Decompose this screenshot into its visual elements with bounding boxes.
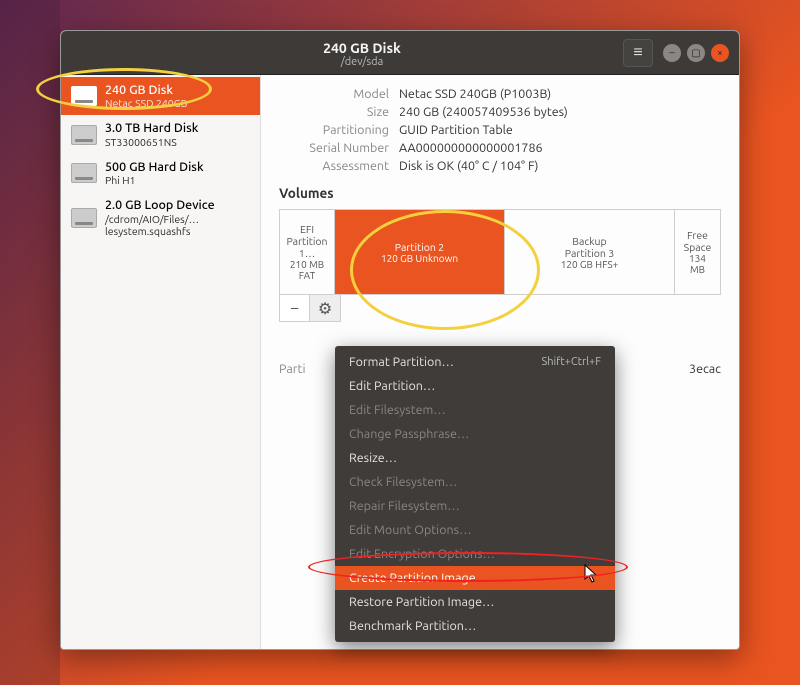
sidebar-item-loop-device[interactable]: 2.0 GB Loop Device /cdrom/AIO/Files/…les… xyxy=(61,192,260,243)
volumes-heading: Volumes xyxy=(279,185,721,201)
disk-icon xyxy=(71,86,97,106)
close-icon: × xyxy=(717,47,723,58)
device-sub: ST33000651NS xyxy=(105,136,198,148)
gear-icon: ⚙ xyxy=(318,299,332,318)
label-partitioning: Partitioning xyxy=(279,123,389,137)
device-sub: /cdrom/AIO/Files/…lesystem.squashfs xyxy=(105,213,250,237)
partition-label-fragment: Parti xyxy=(279,362,305,376)
disk-details: Model Netac SSD 240GB (P1003B) Size 240 … xyxy=(279,87,721,173)
maximize-button[interactable]: ▢ xyxy=(687,44,705,62)
volume-partition-2[interactable]: Partition 2 120 GB Unknown xyxy=(335,210,505,294)
menu-edit-filesystem[interactable]: Edit Filesystem… xyxy=(335,398,615,422)
volumes-diagram: EFI Partition 1… 210 MB FAT Partition 2 … xyxy=(279,209,721,295)
label-serial: Serial Number xyxy=(279,141,389,155)
disk-icon xyxy=(71,125,97,145)
menu-repair-filesystem[interactable]: Repair Filesystem… xyxy=(335,494,615,518)
menu-edit-encryption-options[interactable]: Edit Encryption Options… xyxy=(335,542,615,566)
label-size: Size xyxy=(279,105,389,119)
menu-check-filesystem[interactable]: Check Filesystem… xyxy=(335,470,615,494)
hamburger-icon: ≡ xyxy=(633,43,642,62)
device-title: 3.0 TB Hard Disk xyxy=(105,121,198,135)
disk-icon xyxy=(71,163,97,183)
value-assessment: Disk is OK (40° C / 104° F) xyxy=(399,159,721,173)
menu-change-passphrase[interactable]: Change Passphrase… xyxy=(335,422,615,446)
label-model: Model xyxy=(279,87,389,101)
titlebar: 240 GB Disk /dev/sda ≡ – ▢ × xyxy=(61,31,739,75)
minimize-icon: – xyxy=(670,47,675,58)
hamburger-menu-button[interactable]: ≡ xyxy=(623,39,653,67)
sidebar-item-240gb-disk[interactable]: 240 GB Disk Netac SSD 240GB xyxy=(61,77,260,115)
device-sub: Phi H1 xyxy=(105,174,204,186)
menu-format-partition[interactable]: Format Partition… Shift+Ctrl+F xyxy=(335,350,615,374)
window-title: 240 GB Disk xyxy=(101,41,623,56)
volume-free-space[interactable]: Free Space 134 MB xyxy=(675,210,720,294)
menu-create-partition-image[interactable]: Create Partition Image… xyxy=(335,566,615,590)
volume-efi[interactable]: EFI Partition 1… 210 MB FAT xyxy=(280,210,335,294)
maximize-icon: ▢ xyxy=(691,47,700,59)
value-serial: AA000000000000001786 xyxy=(399,141,721,155)
menu-restore-partition-image[interactable]: Restore Partition Image… xyxy=(335,590,615,614)
disk-icon xyxy=(71,208,97,228)
value-size: 240 GB (240057409536 bytes) xyxy=(399,105,721,119)
mouse-cursor-icon xyxy=(584,564,600,584)
minus-icon: − xyxy=(290,299,299,317)
device-title: 2.0 GB Loop Device xyxy=(105,198,250,212)
menu-edit-partition[interactable]: Edit Partition… xyxy=(335,374,615,398)
partition-context-menu: Format Partition… Shift+Ctrl+F Edit Part… xyxy=(335,346,615,642)
partition-options-button[interactable]: ⚙ xyxy=(310,295,340,321)
device-sidebar: 240 GB Disk Netac SSD 240GB 3.0 TB Hard … xyxy=(61,75,261,649)
value-partitioning: GUID Partition Table xyxy=(399,123,721,137)
menu-benchmark-partition[interactable]: Benchmark Partition… xyxy=(335,614,615,638)
partition-uuid-tail: 3ecac xyxy=(689,362,721,376)
device-title: 500 GB Hard Disk xyxy=(105,160,204,174)
close-button[interactable]: × xyxy=(711,44,729,62)
title-group: 240 GB Disk /dev/sda xyxy=(101,37,623,68)
sidebar-item-500gb-disk[interactable]: 500 GB Hard Disk Phi H1 xyxy=(61,154,260,192)
device-title: 240 GB Disk xyxy=(105,83,187,97)
label-assessment: Assessment xyxy=(279,159,389,173)
menu-resize[interactable]: Resize… xyxy=(335,446,615,470)
device-sub: Netac SSD 240GB xyxy=(105,97,187,109)
desktop-dock-edge xyxy=(0,0,60,685)
value-model: Netac SSD 240GB (P1003B) xyxy=(399,87,721,101)
minimize-button[interactable]: – xyxy=(663,44,681,62)
menu-edit-mount-options[interactable]: Edit Mount Options… xyxy=(335,518,615,542)
volume-toolbar: − ⚙ xyxy=(279,295,341,322)
remove-partition-button[interactable]: − xyxy=(280,295,310,321)
sidebar-item-3tb-disk[interactable]: 3.0 TB Hard Disk ST33000651NS xyxy=(61,115,260,153)
volume-backup[interactable]: Backup Partition 3 120 GB HFS+ xyxy=(505,210,675,294)
window-controls: – ▢ × xyxy=(663,44,729,62)
window-subtitle: /dev/sda xyxy=(101,56,623,68)
